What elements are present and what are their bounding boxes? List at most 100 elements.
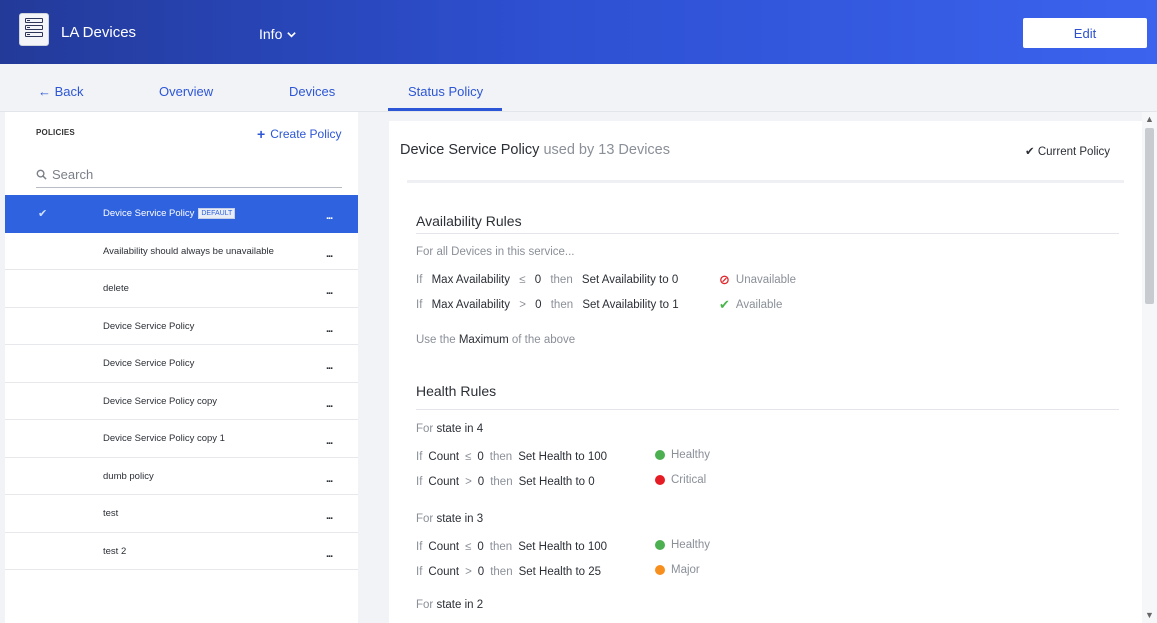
policy-list: ✔ Device Service Policy DEFAULT... Availabi… xyxy=(5,195,358,570)
rule-if: If xyxy=(416,566,423,578)
policy-item-label: delete xyxy=(103,283,129,294)
status-label: Healthy xyxy=(671,449,710,461)
edit-button[interactable]: Edit xyxy=(1023,18,1147,48)
aggregation-suffix: of the above xyxy=(511,334,576,346)
rule-metric: Max Availability xyxy=(431,299,510,311)
status-label: Critical xyxy=(671,474,707,486)
policy-list-item[interactable]: dumb policy... xyxy=(5,458,358,495)
policy-list-item[interactable]: Device Service Policy... xyxy=(5,345,358,383)
more-options-icon[interactable]: ... xyxy=(326,360,333,372)
policy-item-label: Device Service Policy copy xyxy=(103,395,218,407)
divider xyxy=(416,409,1119,410)
current-policy-label: Current Policy xyxy=(1037,146,1111,158)
policies-sidebar: POLICIES + Create Policy ✔ Device Service… xyxy=(5,112,358,623)
health-rule: If Count ≤0 then Set Health to 100 xyxy=(416,541,607,553)
policy-item-label: Device Service Policy copy 1 xyxy=(103,433,225,444)
state-group-header: For state in 2 xyxy=(416,599,483,611)
more-options-icon[interactable]: ... xyxy=(326,473,333,485)
group-for: For xyxy=(416,599,434,611)
policy-item-name: test xyxy=(103,508,118,519)
rule-value: 0 xyxy=(477,566,485,578)
availability-rules-title: Availability Rules xyxy=(416,213,522,229)
rule-action: Set Health to 100 xyxy=(518,451,608,463)
more-options-icon[interactable]: ... xyxy=(326,210,333,222)
app-title: LA Devices xyxy=(61,24,137,41)
more-options-icon[interactable]: ... xyxy=(326,548,333,560)
rule-metric: Max Availability xyxy=(431,274,510,286)
status-label: Unavailable xyxy=(735,274,797,286)
group-in: in xyxy=(464,513,474,525)
policy-list-item[interactable]: Device Service Policy... xyxy=(5,308,358,345)
more-options-icon[interactable]: ... xyxy=(326,285,333,297)
more-options-icon[interactable]: ... xyxy=(326,323,333,335)
state-group-header: For state in 3 xyxy=(416,513,483,525)
rule-metric: Count xyxy=(428,451,460,463)
policy-list-item[interactable]: test... xyxy=(5,495,358,533)
policy-list-item[interactable]: Availability should always be unavailabl… xyxy=(5,233,358,270)
rule-then: then xyxy=(489,541,513,553)
tab-overview[interactable]: Overview xyxy=(159,84,213,99)
status-label: Major xyxy=(671,564,700,576)
tab-status-policy[interactable]: Status Policy xyxy=(408,84,483,99)
status-dot-icon xyxy=(655,540,665,550)
policy-list-item[interactable]: delete... xyxy=(5,270,358,308)
scroll-down-icon[interactable]: ▼ xyxy=(1145,610,1154,620)
top-bar: LA Devices Info Edit xyxy=(0,0,1157,64)
plus-icon: + xyxy=(257,126,266,142)
group-in: in xyxy=(464,423,474,435)
scrollbar-thumb[interactable] xyxy=(1145,128,1154,304)
search-input[interactable] xyxy=(52,167,332,182)
rule-operator: ≤ xyxy=(465,451,472,463)
health-rule: If Count ≤0 then Set Health to 100 xyxy=(416,451,607,463)
current-policy-indicator: ✔ Current Policy xyxy=(1025,144,1110,158)
server-icon xyxy=(19,13,49,46)
more-options-icon[interactable]: ... xyxy=(326,435,333,447)
aggregation-function: Maximum xyxy=(458,334,509,346)
policy-detail-panel: Device Service Policy used by 13 Devices… xyxy=(389,121,1142,623)
group-state-number: 4 xyxy=(476,423,484,435)
rule-then: then xyxy=(550,299,574,311)
policy-item-label: Device Service Policy xyxy=(103,208,195,219)
scrollbar[interactable]: ▲ ▼ xyxy=(1142,112,1157,623)
policy-list-item[interactable]: Device Service Policy copy... xyxy=(5,383,358,420)
more-options-icon[interactable]: ... xyxy=(326,248,333,260)
create-policy-link[interactable]: + Create Policy xyxy=(257,126,342,142)
tab-devices[interactable]: Devices xyxy=(289,84,335,99)
policy-item-label: Device Service Policy xyxy=(103,358,195,369)
availability-scope: For all Devices in this service... xyxy=(416,246,575,258)
more-options-icon[interactable]: ... xyxy=(326,398,333,410)
status-dot-icon xyxy=(655,565,665,575)
search-icon xyxy=(36,169,47,180)
health-status: Critical xyxy=(655,474,706,486)
health-status: Healthy xyxy=(655,539,710,551)
check-icon: ✔ xyxy=(38,208,48,220)
policies-heading: POLICIES xyxy=(36,128,75,137)
rule-action: Set Availability to 0 xyxy=(581,274,679,286)
policy-list-item[interactable]: Device Service Policy copy 1... xyxy=(5,420,358,458)
health-rule: If Count >0 then Set Health to 25 xyxy=(416,566,601,578)
health-status: Healthy xyxy=(655,449,710,461)
policy-name: Device Service Policy xyxy=(400,142,540,158)
state-group-header: For state in 4 xyxy=(416,423,483,435)
rule-action: Set Availability to 1 xyxy=(582,299,679,311)
policy-list-item[interactable]: test 2... xyxy=(5,533,358,570)
policy-item-name: test 2 xyxy=(103,546,126,557)
policy-item-name: dumb policy xyxy=(103,471,154,482)
availability-rule: If Max Availability > 0 then Set Availab… xyxy=(416,299,679,311)
info-menu[interactable]: Info xyxy=(259,26,297,42)
status-dot-icon xyxy=(655,450,665,460)
divider xyxy=(407,180,1124,183)
rule-operator: > xyxy=(465,566,472,578)
policy-item-name: Device Service Policy xyxy=(103,321,194,332)
policy-title: Device Service Policy used by 13 Devices xyxy=(400,142,670,158)
tab-bar: ← Back Overview Devices Status Policy xyxy=(0,64,1157,112)
rule-if: If xyxy=(416,476,423,488)
rule-then: then xyxy=(490,476,513,488)
rule-then: then xyxy=(490,566,513,578)
scroll-up-icon[interactable]: ▲ xyxy=(1145,114,1154,124)
back-link[interactable]: ← Back xyxy=(38,84,84,99)
rule-metric: Count xyxy=(428,541,460,553)
rule-value: 0 xyxy=(477,476,485,488)
more-options-icon[interactable]: ... xyxy=(326,510,333,522)
policy-list-item[interactable]: ✔ Device Service Policy DEFAULT... xyxy=(5,195,358,233)
